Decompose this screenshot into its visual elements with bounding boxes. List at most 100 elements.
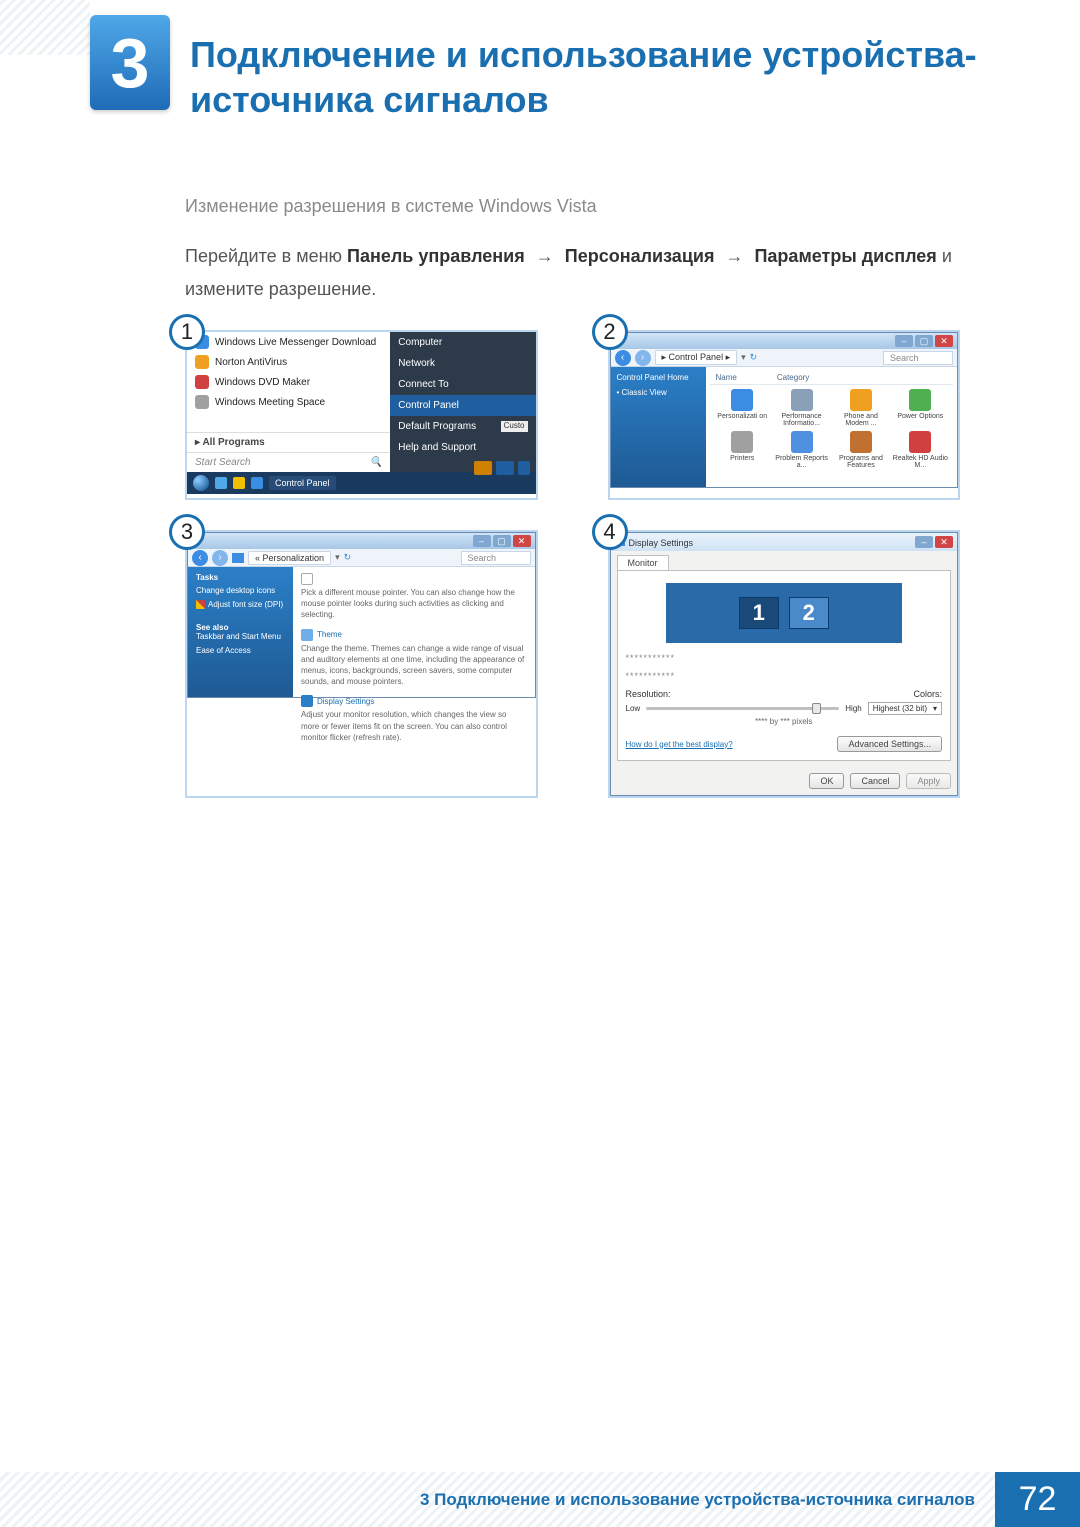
app-icon [195,355,209,369]
start-item-label: Windows Live Messenger Download [215,337,376,348]
shield-icon [196,600,205,609]
search-input[interactable]: Search [883,351,953,365]
color-select[interactable]: Highest (32 bit)▾ [868,702,942,715]
start-right-item-active[interactable]: Control Panel [390,395,535,416]
maximize-button[interactable]: ▢ [915,335,933,347]
shutdown-menu-icon[interactable] [518,461,530,475]
callout-2: 2 [592,314,628,350]
quick-launch-icon[interactable] [233,477,245,489]
control-panel-item[interactable]: Realtek HD Audio M... [892,431,949,469]
see-also-link[interactable]: Ease of Access [196,646,285,655]
monitor-preview: 1 2 [666,583,903,643]
control-panel-item[interactable]: Phone and Modem ... [832,389,889,427]
instr-pre: Перейдите в меню [185,246,347,266]
quick-launch-icon[interactable] [251,477,263,489]
apply-button[interactable]: Apply [906,773,951,789]
search-input[interactable]: Search [461,551,531,565]
forward-button[interactable]: › [212,550,228,566]
sidebar-link[interactable]: Control Panel Home [617,373,700,382]
close-button[interactable]: ✕ [513,535,531,547]
start-item[interactable]: Windows DVD Maker [187,372,390,392]
start-right-item[interactable]: Help and Support [390,437,535,458]
cp-icon [850,431,872,453]
display-icon [301,695,313,707]
minimize-button[interactable]: – [895,335,913,347]
control-panel-item[interactable]: Programs and Features [832,431,889,469]
maximize-button[interactable]: ▢ [493,535,511,547]
monitor-2[interactable]: 2 [789,597,829,629]
dialog-buttons: OK Cancel Apply [611,767,958,795]
color-value: Highest (32 bit) [873,704,927,713]
sidebar: Control Panel Home • Classic View [611,367,706,487]
monitor-1[interactable]: 1 [739,597,779,629]
cp-label: Realtek HD Audio M... [892,455,949,469]
pers-block[interactable]: Theme Change the theme. Themes can chang… [301,629,527,688]
help-link[interactable]: How do I get the best display? [626,740,733,749]
control-panel-item[interactable]: Printers [714,431,771,469]
cancel-button[interactable]: Cancel [850,773,900,789]
screenshot-3-personalization: 3 – ▢ ✕ ‹ › « Personalization ▾ ↻ Search… [185,530,538,798]
control-panel-item[interactable]: Personalizati on [714,389,771,427]
control-panel-item[interactable]: Performance Informatio... [773,389,830,427]
start-item[interactable]: Windows Live Messenger Download [187,332,390,352]
slider-thumb[interactable] [812,703,821,714]
start-item[interactable]: Norton AntiVirus [187,352,390,372]
task-link[interactable]: Adjust font size (DPI) [196,600,285,609]
section-subtitle: Изменение разрешения в системе Windows V… [185,190,960,222]
breadcrumb-label: Control Panel [669,352,724,362]
start-right-item[interactable]: Computer [390,332,535,353]
resolution-value: **** by *** pixels [626,717,943,726]
screenshot-2-control-panel: 2 – ▢ ✕ ‹ › ▸ Control Panel ▸ ▾ ↻ Search… [608,330,961,500]
close-button[interactable]: ✕ [935,536,953,548]
start-right-item[interactable]: Network [390,353,535,374]
lock-icon[interactable] [496,461,514,475]
path-part-2: Персонализация [565,246,715,266]
cp-icon [791,431,813,453]
quick-launch-icon[interactable] [215,477,227,489]
pers-block[interactable]: Pick a different mouse pointer. You can … [301,573,527,621]
resolution-slider[interactable] [646,707,839,710]
sidebar-link-active[interactable]: • Classic View [617,388,700,397]
cp-label: Printers [714,455,771,462]
power-icon[interactable] [474,461,492,475]
breadcrumb[interactable]: ▸ Control Panel ▸ [655,350,738,365]
tasks-heading: Tasks [196,573,285,582]
all-programs[interactable]: ▸ All Programs [187,432,390,452]
pers-desc: Change the theme. Themes can change a wi… [301,643,527,688]
start-search[interactable]: Start Search🔍 [187,452,390,472]
start-orb-icon[interactable] [193,475,209,491]
arrow-icon: → [536,246,554,266]
screenshot-grid: 1 Windows Live Messenger Download Norton… [185,330,960,798]
ok-button[interactable]: OK [809,773,844,789]
close-button[interactable]: ✕ [935,335,953,347]
taskbar-button[interactable]: Control Panel [269,476,336,490]
tab-monitor[interactable]: Monitor [617,555,669,570]
section-body: Изменение разрешения в системе Windows V… [185,190,960,305]
start-item[interactable]: Windows Meeting Space [187,392,390,412]
control-panel-item[interactable]: Power Options [892,389,949,427]
control-panel-item[interactable]: Problem Reports a... [773,431,830,469]
checkbox-placeholder: *********** [626,671,943,681]
search-icon: 🔍 [370,457,382,468]
cp-icon [791,389,813,411]
minimize-button[interactable]: – [473,535,491,547]
address-bar: ‹ › « Personalization ▾ ↻ Search [188,549,535,567]
see-also-link[interactable]: Taskbar and Start Menu [196,632,285,641]
pers-block[interactable]: Display Settings Adjust your monitor res… [301,695,527,743]
window-titlebar: – ▢ ✕ [188,533,535,549]
screenshot-4-display-settings: 4 Display Settings – ✕ Monitor 1 2 *****… [608,530,961,798]
personalization-main: Pick a different mouse pointer. You can … [293,567,535,697]
cp-icon [850,389,872,411]
start-menu-right: Computer Network Connect To Control Pane… [390,332,535,472]
task-link[interactable]: Change desktop icons [196,586,285,595]
breadcrumb-label: Personalization [263,553,325,563]
advanced-button[interactable]: Advanced Settings... [837,736,942,752]
start-item-label: Windows DVD Maker [215,377,310,388]
back-button[interactable]: ‹ [192,550,208,566]
start-right-item[interactable]: Connect To [390,374,535,395]
minimize-button[interactable]: – [915,536,933,548]
breadcrumb[interactable]: « Personalization [248,551,331,565]
start-right-item[interactable]: Default ProgramsCusto [390,416,535,437]
forward-button[interactable]: › [635,350,651,366]
back-button[interactable]: ‹ [615,350,631,366]
